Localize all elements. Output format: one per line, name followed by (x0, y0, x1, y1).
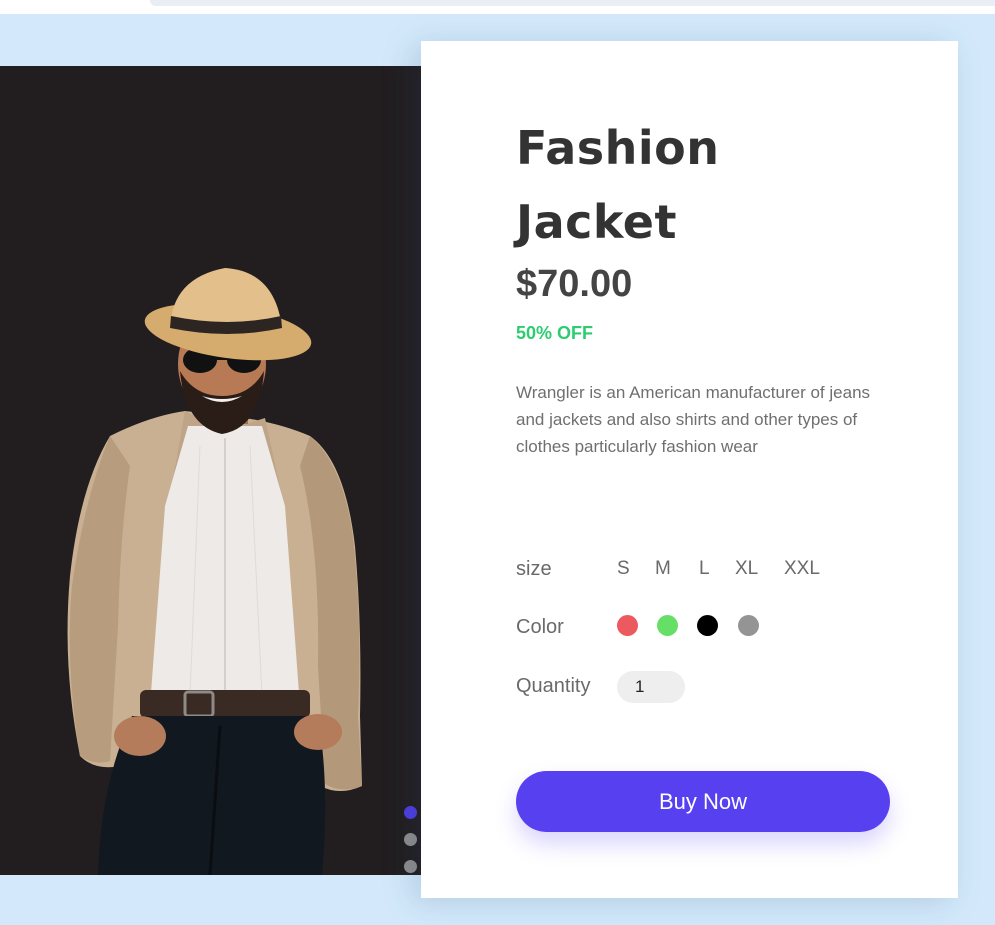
product-price: $70.00 (516, 263, 633, 305)
slider-dot-2[interactable] (404, 833, 417, 846)
slider-dot-1[interactable] (404, 806, 417, 819)
product-description: Wrangler is an American manufacturer of … (516, 383, 871, 456)
product-photo (0, 66, 430, 875)
color-swatch-black[interactable] (697, 615, 718, 636)
slider-dot-3[interactable] (404, 860, 417, 873)
quantity-input[interactable] (617, 671, 685, 703)
product-image-panel (0, 66, 430, 875)
discount-badge: 50% OFF (516, 323, 594, 343)
size-option-xxl[interactable]: XXL (784, 558, 820, 580)
quantity-label: Quantity (516, 675, 591, 697)
color-swatch-red[interactable] (617, 615, 638, 636)
size-option-l[interactable]: L (699, 558, 710, 580)
size-option-m[interactable]: M (655, 558, 671, 580)
buy-now-button[interactable]: Buy Now (516, 771, 890, 832)
size-option-s[interactable]: S (617, 558, 630, 580)
top-strip (0, 0, 995, 14)
product-card: Fashion Jacket $70.00 50% OFF Wrangler i… (421, 41, 958, 898)
size-label: size (516, 558, 552, 580)
color-swatch-green[interactable] (657, 615, 678, 636)
product-title: Fashion Jacket (516, 121, 720, 249)
color-swatch-gray[interactable] (738, 615, 759, 636)
size-option-xl[interactable]: XL (735, 558, 758, 580)
top-strip-inner (150, 0, 995, 6)
color-label: Color (516, 616, 564, 638)
